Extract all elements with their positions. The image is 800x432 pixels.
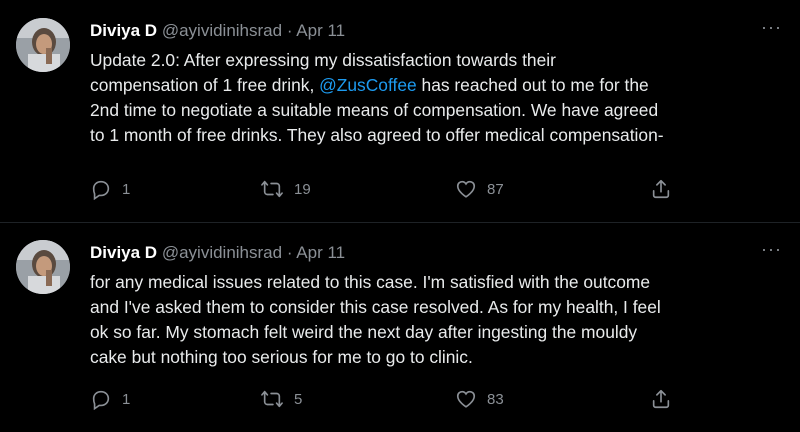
- tweet-actions: 1 19 87: [90, 176, 790, 202]
- tweet-1[interactable]: Diviya D @ayividinihsrad · Apr 11 ··· Up…: [0, 0, 800, 222]
- tweet-text-line: Update 2.0: After expressing my dissatis…: [90, 50, 556, 70]
- like-button[interactable]: 87: [455, 176, 504, 202]
- reply-count: 1: [122, 180, 131, 198]
- retweet-button[interactable]: 5: [260, 386, 302, 412]
- tweet-date[interactable]: Apr 11: [296, 21, 345, 40]
- tweet-text-line: ok so far. My stomach felt weird the nex…: [90, 322, 638, 342]
- tweet-text-line: and I've asked them to consider this cas…: [90, 297, 661, 317]
- display-name[interactable]: Diviya D: [90, 243, 157, 262]
- tweet-text-segment: compensation of 1 free drink,: [90, 75, 320, 95]
- tweet-header: Diviya D @ayividinihsrad · Apr 11: [90, 242, 345, 264]
- retweet-count: 5: [294, 390, 303, 408]
- tweet-text-line: to 1 month of free drinks. They also agr…: [90, 125, 664, 145]
- display-name[interactable]: Diviya D: [90, 21, 157, 40]
- handle[interactable]: @ayividinihsrad: [162, 243, 282, 262]
- separator: ·: [286, 243, 293, 262]
- reply-count: 1: [122, 390, 131, 408]
- share-button[interactable]: [650, 386, 672, 412]
- like-button[interactable]: 83: [455, 386, 504, 412]
- reply-button[interactable]: 1: [90, 386, 130, 412]
- share-icon: [650, 388, 672, 410]
- handle[interactable]: @ayividinihsrad: [162, 21, 282, 40]
- more-options-icon[interactable]: ···: [761, 18, 782, 36]
- tweet-date[interactable]: Apr 11: [296, 243, 345, 262]
- heart-icon: [455, 178, 477, 200]
- reply-icon: [90, 388, 112, 410]
- tweet-text-line: for any medical issues related to this c…: [90, 272, 651, 292]
- reply-button[interactable]: 1: [90, 176, 130, 202]
- reply-icon: [90, 178, 112, 200]
- tweet-2[interactable]: Diviya D @ayividinihsrad · Apr 11 ··· fo…: [0, 222, 800, 432]
- tweet-text-line: compensation of 1 free drink, @ZusCoffee…: [90, 73, 790, 98]
- tweet-text: Update 2.0: After expressing my dissatis…: [90, 48, 790, 148]
- tweet-text: for any medical issues related to this c…: [90, 270, 790, 370]
- retweet-button[interactable]: 19: [260, 176, 311, 202]
- share-icon: [650, 178, 672, 200]
- tweet-header: Diviya D @ayividinihsrad · Apr 11: [90, 20, 345, 42]
- tweet-text-line: cake but nothing too serious for me to g…: [90, 347, 473, 367]
- retweet-count: 19: [294, 180, 311, 198]
- avatar[interactable]: [16, 240, 70, 294]
- avatar[interactable]: [16, 18, 70, 72]
- tweet-text-line: 2nd time to negotiate a suitable means o…: [90, 100, 659, 120]
- heart-icon: [455, 388, 477, 410]
- more-options-icon[interactable]: ···: [761, 240, 782, 258]
- separator: ·: [286, 21, 293, 40]
- retweet-icon: [260, 388, 284, 410]
- retweet-icon: [260, 178, 284, 200]
- share-button[interactable]: [650, 176, 672, 202]
- tweet-actions: 1 5 83: [90, 386, 790, 412]
- like-count: 87: [487, 180, 504, 198]
- tweet-text-segment: has reached out to me for the: [416, 75, 649, 95]
- mention-link[interactable]: @ZusCoffee: [319, 75, 417, 95]
- like-count: 83: [487, 390, 504, 408]
